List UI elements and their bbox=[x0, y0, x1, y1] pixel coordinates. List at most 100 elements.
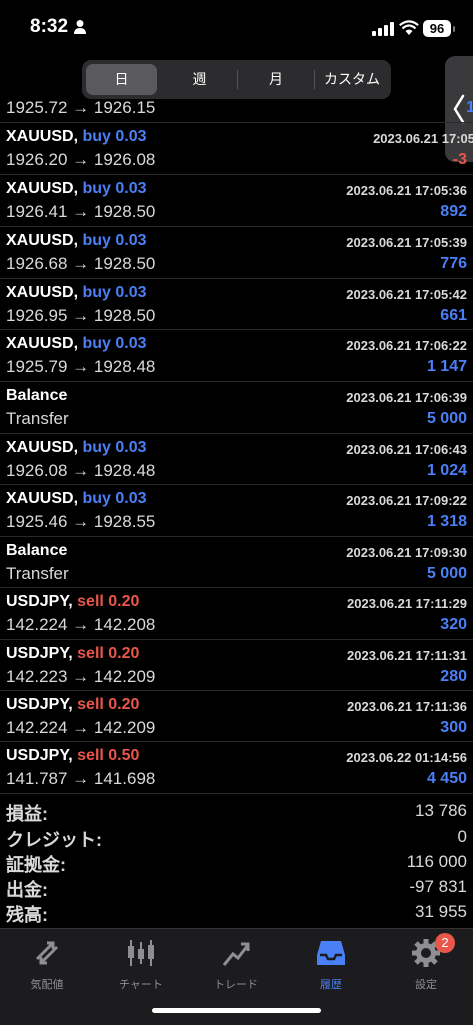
tab-settings[interactable]: 2 設定 bbox=[379, 933, 473, 995]
deal-row[interactable]: USDJPY, sell 0.20 2023.06.21 17:11:31 14… bbox=[0, 639, 473, 691]
deal-symbol: XAUUSD, buy 0.03 bbox=[6, 284, 147, 301]
tab-quotes[interactable]: 気配値 bbox=[0, 935, 94, 995]
deal-row[interactable]: XAUUSD, buy 0.03 2023.06.21 17:05:42 192… bbox=[0, 278, 473, 330]
tab-label: 気配値 bbox=[30, 979, 64, 991]
deal-type: Balance bbox=[6, 542, 68, 559]
deal-prices: 1926.20 → 1926.08 bbox=[6, 150, 156, 169]
summary-value: 31 955 bbox=[415, 902, 467, 921]
deal-prices: 1926.08 → 1928.48 bbox=[6, 461, 156, 480]
battery-indicator: 96 bbox=[423, 20, 455, 37]
deal-symbol: USDJPY, sell 0.20 bbox=[6, 593, 140, 610]
summary-value: -97 831 bbox=[409, 877, 467, 896]
tab-label: トレード bbox=[214, 979, 258, 991]
notification-badge: 2 bbox=[435, 933, 455, 953]
deal-time: 2023.06.21 17:06:43 bbox=[346, 442, 467, 457]
deal-time: 2023.06.21 17:05:36 bbox=[346, 183, 467, 198]
history-list: 1925.72 → 1926.15 1 XAUUSD, buy 0.03 202… bbox=[0, 100, 473, 793]
cellular-signal-icon bbox=[372, 22, 394, 36]
wifi-icon bbox=[399, 20, 419, 35]
segment-month[interactable]: 月 bbox=[238, 64, 314, 95]
summary-withdrawal: 出金: -97 831 bbox=[0, 874, 473, 900]
deal-row[interactable]: XAUUSD, buy 0.03 2023.06.21 17:09:22 192… bbox=[0, 484, 473, 536]
tab-trade[interactable]: トレード bbox=[189, 935, 283, 995]
deal-time: 2023.06.21 17:11:31 bbox=[347, 648, 467, 663]
deal-symbol: XAUUSD, buy 0.03 bbox=[6, 232, 147, 249]
deal-symbol: USDJPY, sell 0.50 bbox=[6, 747, 140, 764]
account-summary: 損益: 13 786 クレジット: 0 証拠金: 116 000 出金: -97… bbox=[0, 793, 473, 925]
deal-prices: 142.224 → 142.209 bbox=[6, 718, 156, 737]
deal-symbol: XAUUSD, buy 0.03 bbox=[6, 439, 147, 456]
deal-profit: 280 bbox=[440, 668, 467, 685]
tab-history[interactable]: 履歴 bbox=[284, 935, 378, 995]
chart-icon bbox=[128, 940, 154, 966]
deal-side-buy: buy 0.03 bbox=[82, 232, 147, 249]
deal-profit: 1 024 bbox=[426, 462, 467, 479]
tab-label: チャート bbox=[119, 979, 163, 991]
summary-value: 116 000 bbox=[406, 852, 467, 871]
deal-row[interactable]: USDJPY, sell 0.50 2023.06.22 01:14:56 14… bbox=[0, 741, 473, 793]
deal-profit: 4 450 bbox=[426, 770, 467, 787]
summary-label: 残高: bbox=[6, 905, 48, 925]
deal-time: 2023.06.21 17:09:22 bbox=[346, 493, 467, 508]
deal-profit: -3 bbox=[452, 151, 467, 168]
summary-value: 13 786 bbox=[415, 801, 467, 820]
period-segmented-control: 日 週 月 カスタム bbox=[82, 60, 391, 99]
deal-comment: Transfer bbox=[6, 564, 69, 583]
deal-prices: 142.224 → 142.208 bbox=[6, 615, 156, 634]
deal-side-buy: buy 0.03 bbox=[82, 439, 147, 456]
deal-row[interactable]: USDJPY, sell 0.20 2023.06.21 17:11:36 14… bbox=[0, 690, 473, 742]
history-icon bbox=[317, 941, 345, 965]
deal-prices: 1926.95 → 1928.50 bbox=[6, 306, 156, 325]
deal-row[interactable]: XAUUSD, buy 0.03 2023.06.21 17:06:22 192… bbox=[0, 329, 473, 381]
deal-side-sell: sell 0.20 bbox=[77, 593, 140, 610]
deal-prices: 1925.72 → 1926.15 bbox=[6, 100, 156, 117]
deal-side-sell: sell 0.50 bbox=[77, 747, 140, 764]
deal-profit: 892 bbox=[440, 203, 467, 220]
segment-day[interactable]: 日 bbox=[86, 64, 157, 95]
deal-profit: 1 318 bbox=[426, 513, 467, 530]
deal-symbol: USDJPY, sell 0.20 bbox=[6, 645, 140, 662]
status-bar: 8:32 96 bbox=[0, 0, 473, 56]
deal-time: 2023.06.21 17:06:22 bbox=[346, 338, 467, 353]
deal-row[interactable]: XAUUSD, buy 0.03 2023.06.21 17:05 1926.2… bbox=[0, 122, 473, 174]
deal-time: 2023.06.21 17:05:42 bbox=[346, 287, 467, 302]
balance-row[interactable]: Balance 2023.06.21 17:09:30 Transfer 5 0… bbox=[0, 536, 473, 588]
deal-time: 2023.06.21 17:06:39 bbox=[346, 390, 467, 405]
deal-row[interactable]: USDJPY, sell 0.20 2023.06.21 17:11:29 14… bbox=[0, 587, 473, 639]
deal-row[interactable]: XAUUSD, buy 0.03 2023.06.21 17:05:36 192… bbox=[0, 174, 473, 226]
home-indicator bbox=[152, 1008, 321, 1013]
deal-side-buy: buy 0.03 bbox=[82, 490, 147, 507]
deal-time: 2023.06.21 17:09:30 bbox=[346, 545, 467, 560]
deal-side-sell: sell 0.20 bbox=[77, 645, 140, 662]
deal-symbol: XAUUSD, buy 0.03 bbox=[6, 128, 147, 145]
summary-credit: クレジット: 0 bbox=[0, 824, 473, 850]
deal-amount: 5 000 bbox=[426, 565, 467, 582]
deal-profit: 776 bbox=[440, 255, 467, 272]
deal-side-buy: buy 0.03 bbox=[82, 284, 147, 301]
deal-prices: 142.223 → 142.209 bbox=[6, 667, 156, 686]
deal-row[interactable]: XAUUSD, buy 0.03 2023.06.21 17:06:43 192… bbox=[0, 433, 473, 485]
deal-symbol: XAUUSD, buy 0.03 bbox=[6, 180, 147, 197]
deal-symbol: XAUUSD, buy 0.03 bbox=[6, 490, 147, 507]
summary-deposit: 証拠金: 116 000 bbox=[0, 849, 473, 875]
deal-time: 2023.06.21 17:11:29 bbox=[347, 596, 467, 611]
deal-side-sell: sell 0.20 bbox=[77, 696, 140, 713]
deal-time: 2023.06.21 17:05 bbox=[373, 131, 473, 146]
summary-profit: 損益: 13 786 bbox=[0, 798, 473, 824]
balance-row[interactable]: Balance 2023.06.21 17:06:39 Transfer 5 0… bbox=[0, 381, 473, 433]
segment-custom[interactable]: カスタム bbox=[315, 64, 389, 95]
deal-prices: 141.787 → 141.698 bbox=[6, 769, 156, 788]
deal-prices: 1926.41 → 1928.50 bbox=[6, 202, 156, 221]
deal-prices: 1926.68 → 1928.50 bbox=[6, 254, 156, 273]
deal-side-buy: buy 0.03 bbox=[82, 335, 147, 352]
tab-label: 履歴 bbox=[320, 979, 342, 991]
deal-row[interactable]: XAUUSD, buy 0.03 2023.06.21 17:05:39 192… bbox=[0, 226, 473, 278]
tab-label: 設定 bbox=[415, 979, 437, 991]
deal-prices: 1925.46 → 1928.55 bbox=[6, 512, 156, 531]
deal-row[interactable]: 1925.72 → 1926.15 1 bbox=[0, 100, 473, 122]
deal-profit: 320 bbox=[440, 616, 467, 633]
deal-type: Balance bbox=[6, 387, 68, 404]
deal-symbol: USDJPY, sell 0.20 bbox=[6, 696, 140, 713]
segment-week[interactable]: 週 bbox=[162, 64, 237, 95]
tab-chart[interactable]: チャート bbox=[94, 935, 188, 995]
